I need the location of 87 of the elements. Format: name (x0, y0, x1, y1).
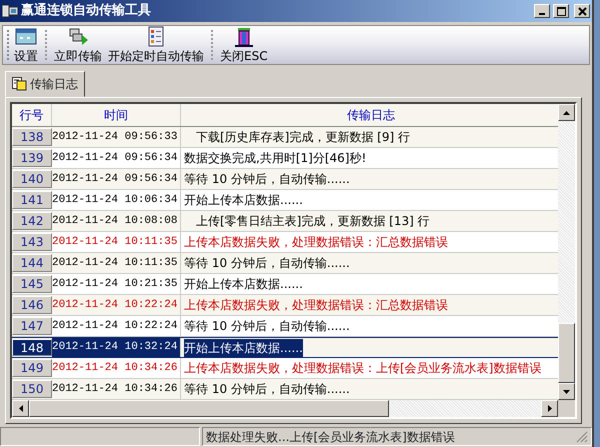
table-row[interactable]: 143 2012-11-24 10:11:35 上传本店数据失败，处理数据错误：汇总数据错误 (12, 232, 558, 253)
row-number[interactable]: 142 (12, 212, 52, 230)
minimize-icon (539, 13, 545, 15)
vertical-scrollbar[interactable] (558, 104, 575, 400)
table-cell-text: 开始上传本店数据...... (184, 192, 303, 209)
table-cell-text: 等待 10 分钟后，自动传输...... (184, 381, 350, 398)
table-row[interactable]: 147 2012-11-24 10:22:24 等待 10 分钟后，自动传输...... (12, 316, 558, 337)
table-cell: 2012-11-24 10:21:35 (52, 274, 181, 294)
row-number[interactable]: 145 (12, 275, 52, 293)
scroll-left-button[interactable] (12, 400, 29, 417)
table-row[interactable]: 145 2012-11-24 10:21:35 开始上传本店数据...... (12, 274, 558, 295)
door-icon (232, 26, 255, 46)
window-title: 赢通连锁自动传输工具 (21, 2, 151, 20)
table-cell: 2012-11-24 10:08:08 (52, 211, 181, 231)
table-row[interactable]: 150 2012-11-24 10:34:26 等待 10 分钟后，自动传输...... (12, 379, 558, 400)
row-number[interactable]: 146 (12, 296, 52, 314)
table-cell: 2012-11-24 09:56:34 (52, 148, 181, 168)
table-cell-text: 等待 10 分钟后，自动传输...... (184, 171, 350, 188)
column-header[interactable]: 时间 (52, 104, 181, 126)
table-cell: 开始上传本店数据...... (184, 338, 303, 356)
table-cell-text: 等待 10 分钟后，自动传输...... (184, 318, 350, 335)
column-header[interactable]: 行号 (12, 104, 52, 126)
row-number[interactable]: 141 (12, 191, 52, 209)
table-row[interactable]: 144 2012-11-24 10:11:35 等待 10 分钟后，自动传输...... (12, 253, 558, 274)
table-cell: 2012-11-24 10:11:35 (52, 253, 181, 273)
up-arrow-icon (563, 110, 570, 114)
table-cell-text: 上传本店数据失败，处理数据错误：汇总数据错误 (184, 234, 448, 251)
row-number[interactable]: 138 (12, 128, 52, 146)
table-cell: 2012-11-24 10:34:26 (52, 358, 181, 378)
table-row[interactable]: 149 2012-11-24 10:34:26 上传本店数据失败，处理数据错误：上传[会员业务流水表]数据错误 (12, 358, 558, 379)
table-cell: 2012-11-24 10:22:24 (52, 295, 181, 315)
table-cell: 2012-11-24 10:22:24 (52, 316, 181, 336)
table-row[interactable]: 138 2012-11-24 09:56:33 下载[历史库存表]完成，更新数据 [9] 行 (12, 127, 558, 148)
table-cell-text: 上传本店数据失败，处理数据错误：上传[会员业务流水表]数据错误 (184, 360, 542, 377)
maximize-button[interactable] (553, 4, 569, 18)
table-row[interactable]: 139 2012-11-24 09:56:34 数据交换完成,共用时[1]分[46]秒! (12, 148, 558, 169)
table-row[interactable]: 146 2012-11-24 10:22:24 上传本店数据失败，处理数据错误：汇总数据错误 (12, 295, 558, 316)
table-row[interactable]: 140 2012-11-24 09:56:34 等待 10 分钟后，自动传输...... (12, 169, 558, 190)
table-cell-text: 下载[历史库存表]完成，更新数据 [9] 行 (195, 129, 410, 146)
scrollbar-thumb[interactable] (29, 400, 389, 417)
maximize-icon (556, 6, 566, 16)
close-icon (576, 6, 588, 16)
resize-grip-icon[interactable] (576, 430, 588, 442)
horizontal-scrollbar[interactable] (12, 400, 575, 417)
table-row[interactable]: 141 2012-11-24 10:06:34 开始上传本店数据...... (12, 190, 558, 211)
right-arrow-icon (548, 405, 552, 412)
row-number[interactable]: 144 (12, 254, 52, 272)
scrollbar-corner (558, 400, 575, 417)
app-icon (2, 4, 18, 18)
toolbar-button[interactable]: 关闭ESC (218, 26, 270, 64)
table-cell: 2012-11-24 10:34:26 (52, 379, 181, 399)
scroll-up-button[interactable] (558, 104, 575, 121)
selected-row[interactable]: 148 2012-11-24 10:32:24 开始上传本店数据...... (12, 337, 558, 358)
window-icon (15, 26, 37, 46)
close-button[interactable] (574, 4, 590, 18)
left-arrow-icon (18, 405, 22, 412)
toolbar-button[interactable]: 开始定时自动传输 (106, 26, 206, 64)
row-number[interactable]: 147 (12, 317, 52, 335)
toolbar-button[interactable]: 设置 (12, 26, 40, 64)
down-arrow-icon (563, 390, 570, 394)
table-cell: 2012-11-24 10:32:24 (52, 338, 181, 357)
toolbar-button[interactable]: 立即传输 (52, 26, 104, 64)
table-cell-text: 上传[零售日结主表]完成，更新数据 [13] 行 (195, 213, 430, 230)
scrollbar-thumb[interactable] (558, 323, 575, 383)
row-number[interactable]: 150 (12, 380, 52, 398)
column-header[interactable]: 传输日志 (181, 104, 558, 126)
status-message: 数据处理失败...上传[会员业务流水表]数据错误 (206, 428, 455, 446)
table-cell: 2012-11-24 10:11:35 (52, 232, 181, 252)
table-cell: 2012-11-24 10:06:34 (52, 190, 181, 210)
row-number[interactable]: 139 (12, 149, 52, 167)
row-number[interactable]: 148 (12, 339, 52, 356)
table-row[interactable]: 142 2012-11-24 10:08:08 上传[零售日结主表]完成，更新数据 [13] 行 (12, 211, 558, 232)
minimize-button[interactable] (534, 4, 550, 18)
scroll-right-button[interactable] (541, 400, 558, 417)
table-cell: 2012-11-24 09:56:34 (52, 169, 181, 189)
scroll-down-button[interactable] (558, 383, 575, 400)
table-cell-text: 上传本店数据失败，处理数据错误：汇总数据错误 (184, 297, 448, 314)
table-cell-text: 开始上传本店数据...... (184, 276, 303, 293)
log-icon (12, 77, 27, 91)
boxes-icon (67, 26, 89, 46)
row-number[interactable]: 149 (12, 359, 52, 377)
row-number[interactable]: 143 (12, 233, 52, 251)
table-cell-text: 数据交换完成,共用时[1]分[46]秒! (184, 150, 366, 167)
row-number[interactable]: 140 (12, 170, 52, 188)
table-cell: 2012-11-24 09:56:33 (52, 127, 181, 147)
tab[interactable]: 传输日志 (5, 71, 85, 97)
table-cell-text: 等待 10 分钟后，自动传输...... (184, 255, 350, 272)
